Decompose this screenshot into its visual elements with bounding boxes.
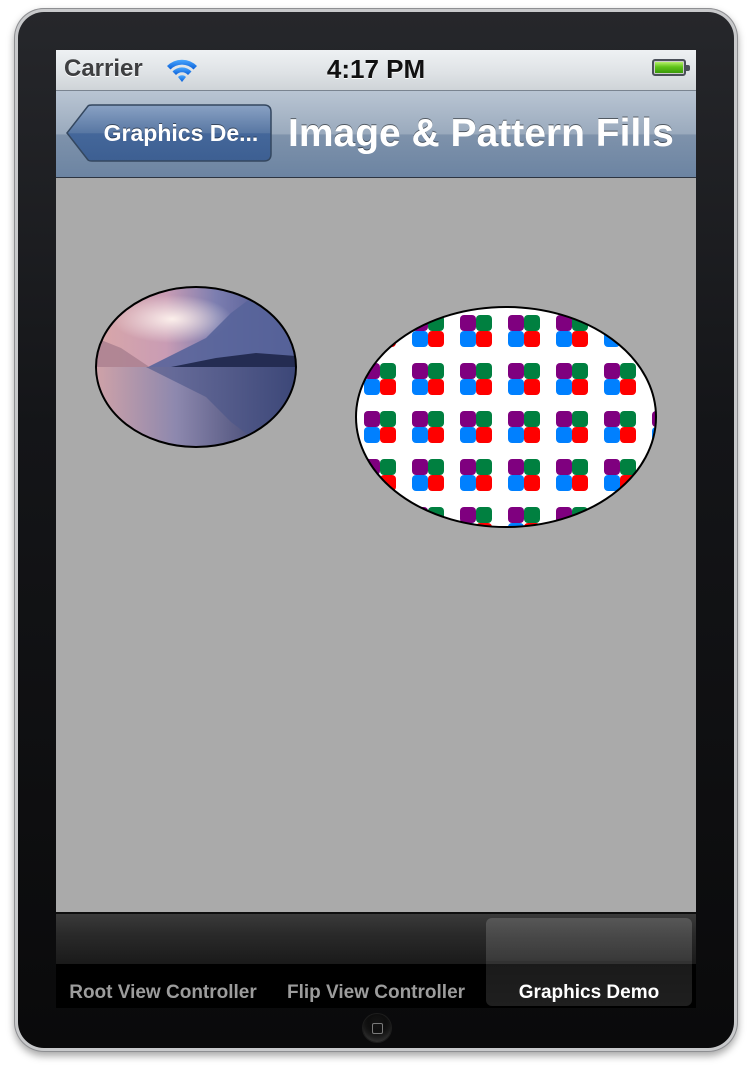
back-button-label: Graphics De... — [103, 120, 259, 146]
tab-root-view-controller[interactable]: Root View Controller — [56, 912, 270, 1008]
screen: Carrier 4:17 PM Graphics De... Image & P… — [56, 50, 696, 1008]
tab-label: Root View Controller — [69, 982, 257, 1003]
image-filled-ellipse — [95, 286, 297, 448]
home-square-icon — [372, 1023, 383, 1034]
shapes-layer — [95, 286, 657, 528]
page-title: Image & Pattern Fills — [288, 112, 674, 155]
graphics-canvas — [56, 178, 696, 912]
tab-label: Graphics Demo — [518, 982, 660, 1003]
home-button[interactable] — [362, 1013, 392, 1043]
tab-bar: Root View Controller Flip View Controlle… — [56, 912, 696, 1008]
status-bar: Carrier 4:17 PM — [56, 50, 696, 91]
tab-label: Flip View Controller — [286, 982, 466, 1003]
tab-flip-view-controller[interactable]: Flip View Controller — [270, 912, 482, 1008]
battery-full-icon — [652, 59, 690, 76]
back-button[interactable]: Graphics De... — [66, 104, 272, 162]
pattern-filled-ellipse — [355, 306, 657, 528]
clock: 4:17 PM — [326, 54, 426, 84]
navigation-bar: Graphics De... Image & Pattern Fills — [56, 91, 696, 179]
tab-graphics-demo[interactable]: Graphics Demo — [486, 912, 692, 1008]
